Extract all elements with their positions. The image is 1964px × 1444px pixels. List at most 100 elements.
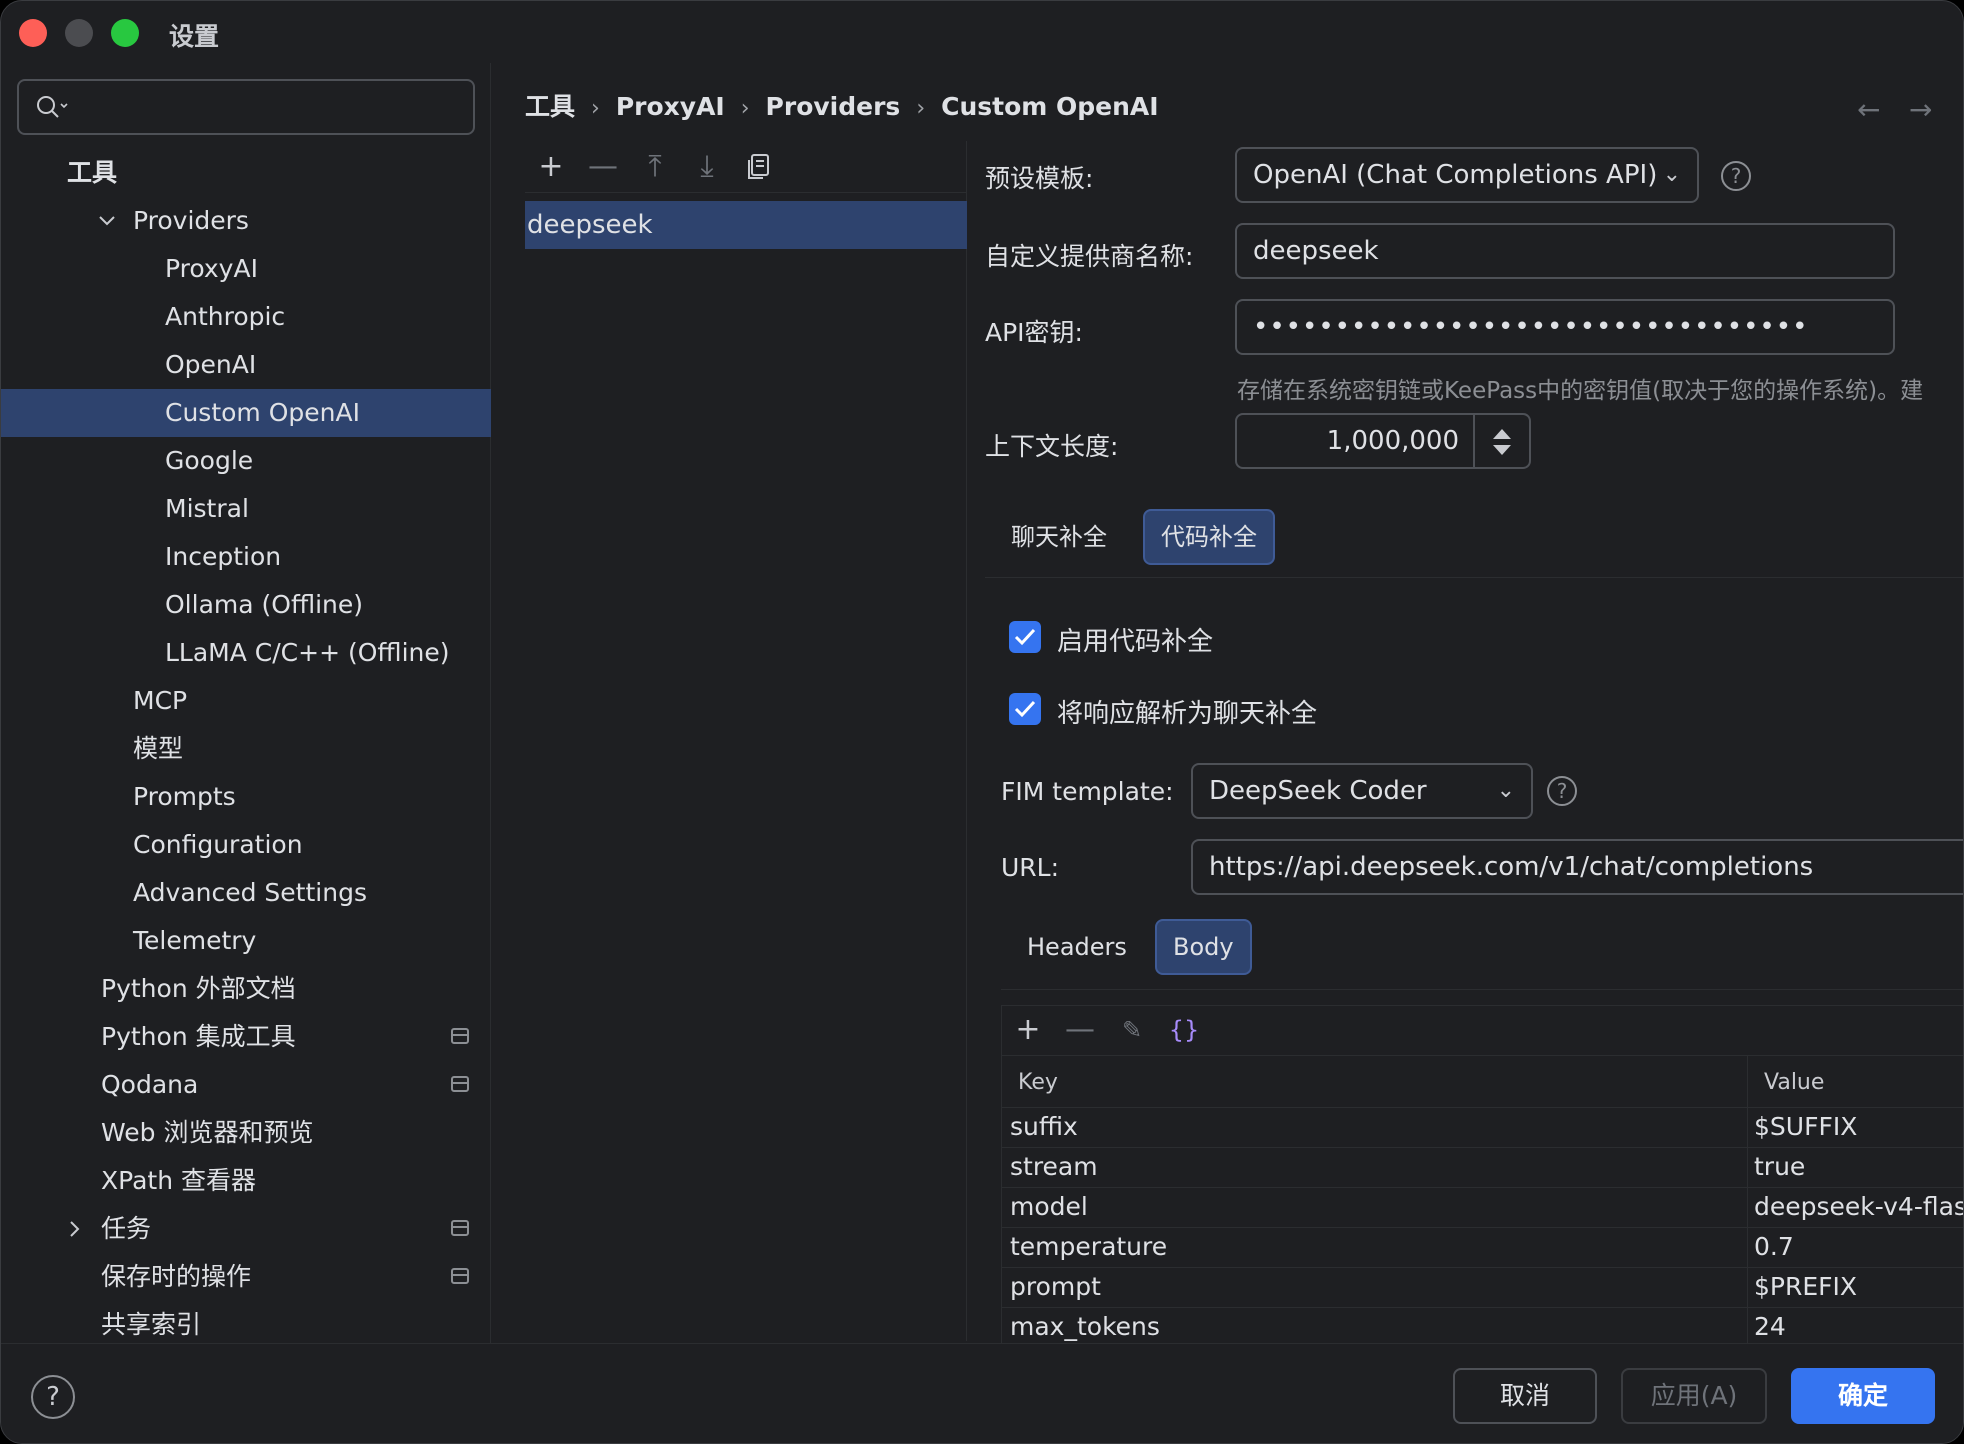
table-row[interactable]: max_tokens 24 [1002,1308,1963,1344]
move-down-icon[interactable]: ⤓ [691,151,723,183]
enable-code-completion-checkbox[interactable] [1009,621,1041,653]
move-up-icon[interactable]: ⤒ [639,151,671,183]
column-header-value[interactable]: Value [1764,1070,1824,1095]
breadcrumb-item: Custom OpenAI [941,92,1159,121]
breadcrumb-item[interactable]: 工具 [525,92,575,121]
sidebar-item-actions-on-save[interactable]: 保存时的操作 [1,1253,491,1301]
context-length-label: 上下文长度: [985,432,1119,461]
breadcrumb-item[interactable]: ProxyAI [616,92,725,121]
close-window-button[interactable] [19,19,47,47]
fim-template-dropdown[interactable]: DeepSeek Coder ⌄ [1191,763,1533,819]
sidebar-item-providers[interactable]: Providers [1,197,491,245]
provider-name-field[interactable]: deepseek [1235,223,1895,279]
chevron-down-icon[interactable] [97,211,117,231]
preset-label: 预设模板: [985,164,1094,193]
sidebar-item-mcp[interactable]: MCP [1,677,491,725]
chevron-right-icon: › [916,96,926,121]
window-title: 设置 [169,22,220,51]
zoom-window-button[interactable] [111,19,139,47]
table-row[interactable]: model deepseek-v4-flas [1002,1188,1963,1228]
sidebar-item-tasks[interactable]: 任务 [1,1205,491,1253]
api-key-label: API密钥: [985,318,1083,347]
project-scope-icon [451,1268,469,1284]
back-arrow-icon[interactable]: ← [1857,93,1880,126]
sidebar-item-proxyai[interactable]: ProxyAI [1,245,491,293]
sidebar-item-google[interactable]: Google [1,437,491,485]
tab-code-completion[interactable]: 代码补全 [1143,509,1275,565]
sidebar-item-anthropic[interactable]: Anthropic [1,293,491,341]
ok-button[interactable]: 确定 [1791,1368,1935,1424]
settings-sidebar: 工具 Providers ProxyAI Anthropic OpenAI Cu… [1,63,491,1343]
context-length-spinner[interactable]: 1,000,000 [1235,413,1531,469]
table-row[interactable]: stream true [1002,1148,1963,1188]
project-scope-icon [451,1028,469,1044]
sidebar-item-xpath-viewer[interactable]: XPath 查看器 [1,1157,491,1205]
table-row[interactable]: temperature 0.7 [1002,1228,1963,1268]
add-icon[interactable]: + [1012,1014,1044,1046]
table-toolbar: + — ✎ {} [1002,1006,1963,1056]
sidebar-item-advanced-settings[interactable]: Advanced Settings [1,869,491,917]
sidebar-item-ollama[interactable]: Ollama (Offline) [1,581,491,629]
forward-arrow-icon[interactable]: → [1909,93,1932,126]
minimize-window-button[interactable] [65,19,93,47]
fim-template-value: DeepSeek Coder [1209,776,1427,806]
remove-icon[interactable]: — [587,151,619,183]
enable-code-completion-label: 启用代码补全 [1057,627,1214,657]
sidebar-item-tools[interactable]: 工具 [1,149,491,197]
sidebar-item-web-browsers[interactable]: Web 浏览器和预览 [1,1109,491,1157]
increment-icon[interactable] [1493,429,1511,439]
preset-value: OpenAI (Chat Completions API) [1253,160,1658,190]
help-icon[interactable]: ? [1721,161,1751,191]
sidebar-item-prompts[interactable]: Prompts [1,773,491,821]
tab-body[interactable]: Body [1155,919,1252,975]
help-button[interactable]: ? [31,1375,75,1419]
preset-dropdown[interactable]: OpenAI (Chat Completions API) ⌄ [1235,147,1699,203]
parse-as-chat-label: 将响应解析为聊天补全 [1057,699,1318,729]
api-key-field[interactable]: •••••••••••••••••••••••••••••••••• [1235,299,1895,355]
tab-headers[interactable]: Headers [1011,919,1143,975]
tab-chat-completion[interactable]: 聊天补全 [995,509,1123,565]
parse-as-chat-checkbox[interactable] [1009,693,1041,725]
decrement-icon[interactable] [1493,445,1511,455]
sidebar-item-shared-indexes[interactable]: 共享索引 [1,1301,491,1349]
breadcrumb-item[interactable]: Providers [766,92,901,121]
checkmark-icon [1014,628,1036,646]
chevron-down-icon: ⌄ [1662,162,1681,187]
sidebar-item-qodana[interactable]: Qodana [1,1061,491,1109]
sidebar-item-inception[interactable]: Inception [1,533,491,581]
url-label: URL: [1001,853,1060,882]
copy-icon[interactable] [743,151,775,183]
checkmark-icon [1014,700,1036,718]
table-row[interactable]: suffix $SUFFIX [1002,1108,1963,1148]
sidebar-item-python-integrated-tools[interactable]: Python 集成工具 [1,1013,491,1061]
fim-template-label: FIM template: [1001,777,1174,806]
list-item-deepseek[interactable]: deepseek [525,201,967,249]
remove-icon[interactable]: — [1064,1014,1096,1046]
sidebar-item-models[interactable]: 模型 [1,725,491,773]
providers-list-pane: + — ⤒ ⤓ deepseek [525,141,967,1341]
chevron-right-icon[interactable] [65,1219,85,1239]
column-header-key[interactable]: Key [1018,1070,1058,1095]
sidebar-item-openai[interactable]: OpenAI [1,341,491,389]
json-braces-icon[interactable]: {} [1168,1014,1200,1046]
sidebar-item-llama[interactable]: LLaMA C/C++ (Offline) [1,629,491,677]
api-key-hint: 存储在系统密钥链或KeePass中的密钥值(取决于您的操作系统)。建 [1237,378,1924,404]
table-row[interactable]: prompt $PREFIX [1002,1268,1963,1308]
url-field[interactable]: https://api.deepseek.com/v1/chat/complet… [1191,839,1963,895]
chevron-right-icon: › [591,96,600,121]
apply-button[interactable]: 应用(A) [1621,1368,1767,1424]
settings-window: 设置 工具 Providers ProxyAI Anthropic OpenAI… [0,0,1964,1444]
sidebar-item-python-external-docs[interactable]: Python 外部文档 [1,965,491,1013]
help-icon[interactable]: ? [1547,776,1577,806]
sidebar-item-mistral[interactable]: Mistral [1,485,491,533]
search-input[interactable] [17,79,475,135]
sidebar-item-telemetry[interactable]: Telemetry [1,917,491,965]
sidebar-item-configuration[interactable]: Configuration [1,821,491,869]
list-toolbar: + — ⤒ ⤓ [525,141,967,193]
search-icon [37,96,68,118]
project-scope-icon [451,1220,469,1236]
add-icon[interactable]: + [535,151,567,183]
edit-icon[interactable]: ✎ [1116,1014,1148,1046]
cancel-button[interactable]: 取消 [1453,1368,1597,1424]
sidebar-item-custom-openai[interactable]: Custom OpenAI [1,389,491,437]
